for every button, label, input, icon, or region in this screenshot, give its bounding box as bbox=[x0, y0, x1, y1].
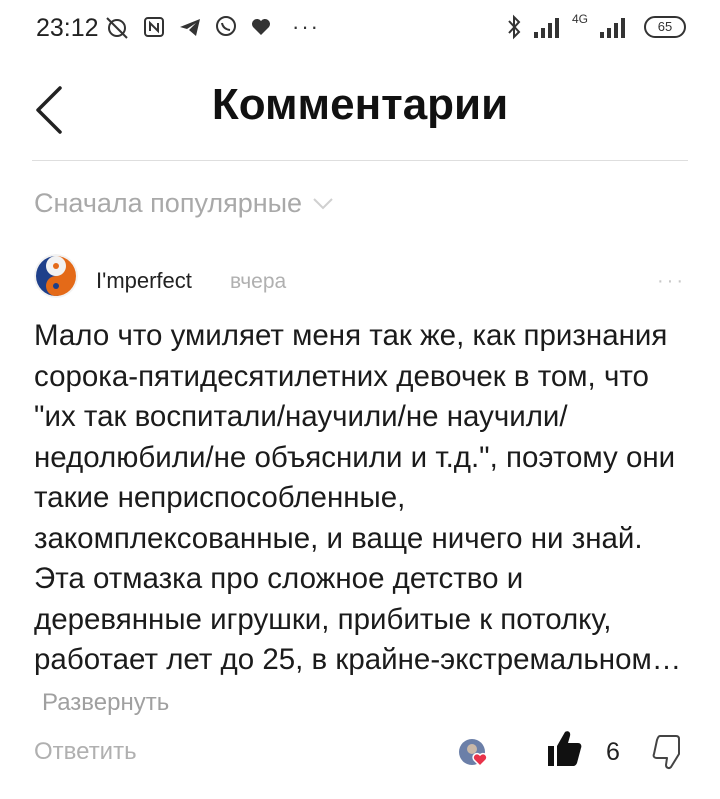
telegram-icon bbox=[180, 19, 200, 36]
dislike-button[interactable] bbox=[650, 734, 682, 770]
bluetooth-icon bbox=[508, 14, 521, 40]
signal-icon-2 bbox=[600, 18, 625, 38]
comment-time: вчера bbox=[230, 270, 287, 293]
thumbs-up-icon bbox=[548, 731, 582, 766]
comment-author[interactable]: I'mperfect bbox=[96, 268, 192, 294]
signal-icon bbox=[533, 18, 559, 38]
header: Комментарии bbox=[0, 60, 720, 160]
viber-icon bbox=[216, 16, 236, 36]
system-icons: 4G 65 bbox=[506, 10, 686, 44]
reactions bbox=[458, 736, 498, 770]
more-notifications-icon: ··· bbox=[292, 14, 320, 39]
reactor-avatar-icon bbox=[459, 739, 488, 768]
comment-body: Мало что умиляет меня так же, как призна… bbox=[34, 319, 682, 676]
header-divider bbox=[32, 160, 688, 161]
chevron-down-icon bbox=[313, 197, 333, 209]
more-options-button[interactable]: ··· bbox=[657, 270, 686, 293]
nfc-icon bbox=[144, 17, 164, 37]
battery-icon: 65 bbox=[644, 16, 686, 38]
comment-text: Мало что умиляет меня так же, как призна… bbox=[34, 316, 694, 723]
like-count: 6 bbox=[606, 738, 620, 766]
network-type: 4G bbox=[571, 12, 588, 26]
status-time: 23:12 bbox=[36, 14, 99, 42]
thumbs-down-icon bbox=[652, 735, 680, 770]
sort-dropdown[interactable]: Сначала популярные bbox=[34, 188, 334, 219]
notification-icons: ··· bbox=[104, 12, 320, 42]
page-title: Комментарии bbox=[211, 80, 509, 129]
battery-level: 65 bbox=[657, 19, 673, 34]
like-button[interactable] bbox=[546, 728, 582, 768]
status-bar: 23:12 ··· 4G 65 bbox=[0, 0, 720, 56]
heart-icon bbox=[252, 19, 270, 35]
comment-actions: Ответить 6 bbox=[34, 731, 686, 774]
yin-yang-avatar-icon bbox=[34, 254, 78, 298]
expand-link[interactable]: Развернуть bbox=[42, 689, 169, 716]
sort-label: Сначала популярные bbox=[34, 188, 303, 218]
avatar[interactable] bbox=[34, 254, 78, 298]
reply-button[interactable]: Ответить bbox=[34, 738, 137, 766]
alarm-off-icon bbox=[106, 17, 128, 39]
